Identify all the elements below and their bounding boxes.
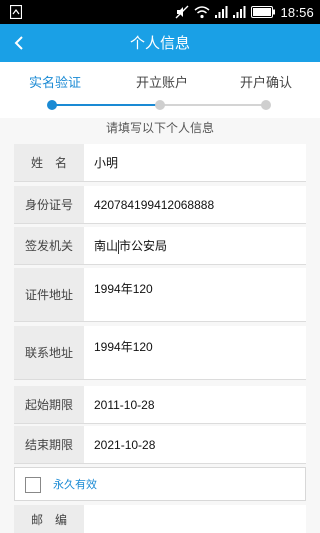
zip-row: 邮 编	[14, 505, 306, 533]
step-1-label: 实名验证	[29, 76, 82, 91]
page-title: 个人信息	[129, 34, 190, 52]
battery-icon	[251, 6, 276, 18]
step-3-label: 开户确认	[240, 76, 293, 91]
authority-row: 签发机关 南山 市公安局	[14, 227, 306, 265]
name-field[interactable]: 小明	[94, 144, 300, 181]
signal-icon	[215, 6, 228, 18]
end-date-label: 结束期限	[14, 426, 84, 463]
id-number-label: 身份证号	[14, 186, 84, 223]
name-label: 姓 名	[14, 144, 84, 181]
start-date-field[interactable]: 2011-10-28	[94, 386, 300, 423]
notification-icon	[10, 5, 22, 19]
contact-address-row: 联系地址 1994年120	[14, 326, 306, 380]
title-bar: 个人信息	[0, 24, 320, 62]
authority-value-start: 南山	[94, 239, 119, 253]
contact-address-field[interactable]: 1994年120	[94, 338, 300, 355]
authority-field[interactable]: 南山 市公安局	[94, 227, 300, 264]
id-number-row: 身份证号 420784199412068888	[14, 186, 306, 224]
form-hint: 请填写以下个人信息	[0, 118, 320, 144]
step-progress-done	[52, 104, 159, 106]
mute-icon	[175, 5, 189, 19]
contact-address-label: 联系地址	[14, 326, 84, 379]
authority-value-end: 市公安局	[119, 239, 168, 253]
permanent-label: 永久有效	[53, 478, 97, 491]
end-date-row: 结束期限 2021-10-28	[14, 426, 306, 464]
start-date-row: 起始期限 2011-10-28	[14, 386, 306, 424]
id-number-field[interactable]: 420784199412068888	[94, 186, 300, 223]
step-2-dot	[155, 100, 165, 110]
start-date-label: 起始期限	[14, 386, 84, 423]
name-row: 姓 名 小明	[14, 144, 306, 182]
id-address-row: 证件地址 1994年120	[14, 268, 306, 322]
step-progress-pending	[160, 104, 266, 106]
step-indicator: 实名验证 开立账户 开户确认	[0, 62, 320, 118]
status-time: 18:56	[280, 4, 314, 20]
status-bar: 18:56	[0, 0, 320, 24]
zip-label: 邮 编	[14, 505, 84, 533]
id-address-field[interactable]: 1994年120	[94, 280, 300, 297]
id-address-label: 证件地址	[14, 268, 84, 321]
authority-label: 签发机关	[14, 227, 84, 264]
end-date-field[interactable]: 2021-10-28	[94, 426, 300, 463]
signal-icon	[233, 6, 246, 18]
permanent-checkbox[interactable]	[25, 477, 41, 493]
step-2-label: 开立账户	[136, 76, 189, 91]
step-3-dot	[261, 100, 271, 110]
permanent-option[interactable]: 永久有效	[14, 467, 306, 501]
step-1-dot	[47, 100, 57, 110]
wifi-icon	[194, 6, 210, 19]
